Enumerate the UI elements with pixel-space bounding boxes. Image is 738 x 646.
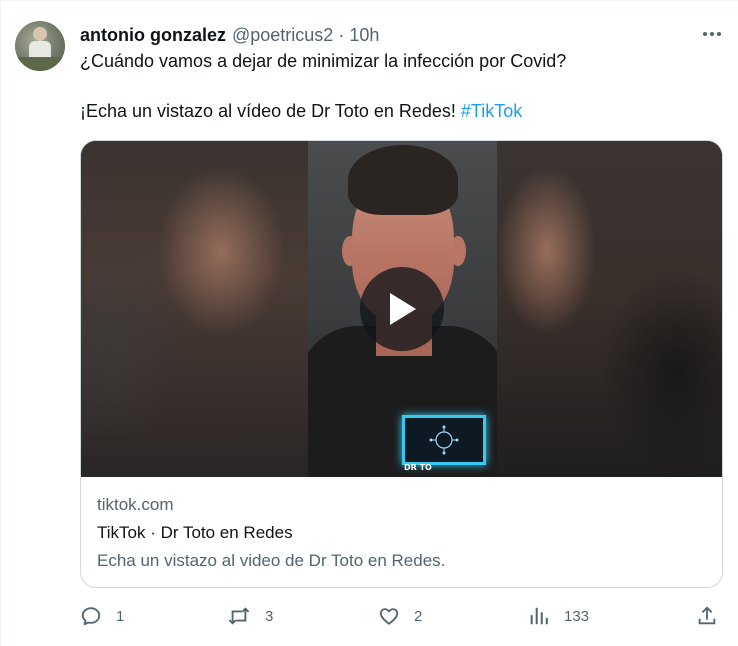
share-button[interactable] — [696, 602, 718, 630]
action-bar: 1 3 2 133 — [80, 602, 720, 630]
link-card[interactable]: DR TO tiktok.com TikTok · Dr Toto en Red… — [80, 140, 723, 588]
tweet-time[interactable]: 10h — [349, 25, 379, 46]
video-blur-left — [81, 141, 308, 477]
like-button[interactable]: 2 — [378, 602, 422, 630]
avatar-ground — [15, 57, 65, 71]
retweet-button[interactable]: 3 — [227, 602, 273, 630]
avatar-head — [33, 27, 47, 41]
retweet-count: 3 — [265, 607, 274, 625]
video-figure-hair — [348, 145, 458, 215]
avatar[interactable] — [15, 21, 65, 71]
reply-icon — [81, 607, 101, 626]
tweet[interactable]: antonio gonzalez @poetricus2 · 10h ¿Cuán… — [0, 0, 738, 646]
share-icon — [698, 606, 716, 625]
video-logo-box — [402, 415, 486, 465]
separator: · — [338, 24, 345, 45]
more-icon — [703, 32, 721, 36]
more-button[interactable] — [699, 23, 725, 45]
play-button[interactable] — [360, 267, 444, 351]
retweet-icon — [228, 607, 250, 625]
views-count: 133 — [564, 607, 590, 625]
author-name[interactable]: antonio gonzalez — [80, 25, 226, 46]
tweet-text-line1: ¿Cuándo vamos a dejar de minimizar la in… — [80, 51, 567, 71]
tweet-text-line2-body: ¡Echa un vistazo al vídeo de Dr Toto en … — [80, 101, 456, 121]
reply-button[interactable]: 1 — [80, 602, 124, 630]
video-blur-right — [497, 141, 722, 477]
card-description: Echa un vistazo al video de Dr Toto en R… — [97, 551, 446, 570]
tweet-text-line2: ¡Echa un vistazo al vídeo de Dr Toto en … — [80, 101, 720, 122]
like-icon — [379, 608, 399, 625]
views-icon — [530, 607, 548, 625]
author-handle[interactable]: @poetricus2 — [232, 25, 333, 46]
play-icon — [390, 293, 416, 325]
tweet-header: antonio gonzalez @poetricus2 · 10h — [80, 23, 379, 47]
views-button[interactable]: 133 — [528, 602, 589, 630]
video-watermark: DR TO — [404, 463, 432, 472]
like-count: 2 — [414, 607, 423, 625]
reply-count: 1 — [116, 607, 125, 625]
video-thumbnail[interactable]: DR TO — [81, 141, 722, 477]
virus-icon — [429, 425, 459, 455]
card-title: TikTok · Dr Toto en Redes — [97, 523, 293, 542]
hashtag-link[interactable]: #TikTok — [461, 101, 522, 121]
card-domain: tiktok.com — [97, 495, 174, 514]
